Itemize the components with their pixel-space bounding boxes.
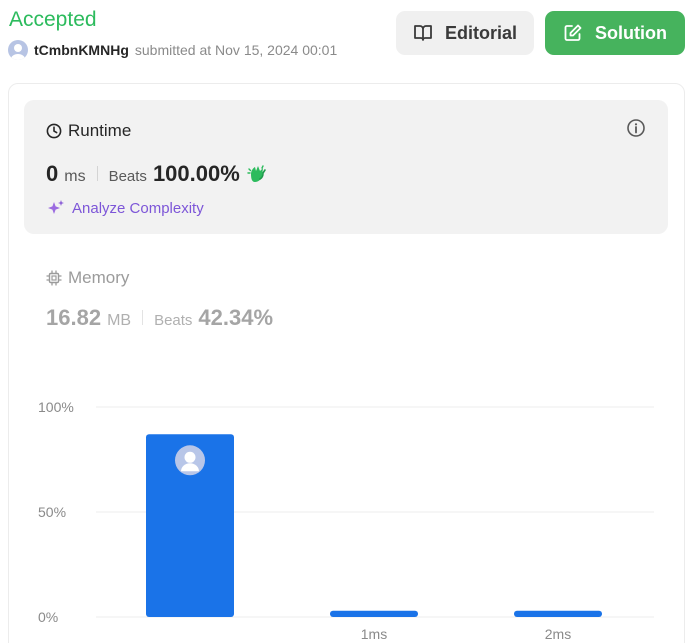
submitted-time: submitted at Nov 15, 2024 00:01: [134, 42, 338, 58]
sparkle-icon: [48, 200, 64, 214]
chart-bar[interactable]: [330, 610, 418, 617]
divider: [96, 166, 98, 181]
your-submission-avatar[interactable]: [175, 445, 205, 476]
memory-beats-label: Beats: [154, 312, 193, 329]
x-tick-label: 2ms: [545, 626, 571, 642]
memory-unit: MB: [107, 312, 132, 329]
chart-bar[interactable]: [514, 610, 602, 617]
user-avatar[interactable]: [8, 40, 28, 60]
runtime-value: 0: [46, 161, 59, 186]
memory-card[interactable]: Memory 16.82 MB Beats 42.34%: [46, 268, 273, 331]
memory-beats-value: 42.34%: [198, 305, 274, 330]
book-icon: [414, 25, 432, 41]
chip-icon: [46, 270, 62, 286]
y-tick-label: 50%: [38, 504, 66, 520]
runtime-beats-label: Beats: [108, 168, 147, 185]
y-tick-label: 100%: [38, 399, 74, 415]
username-link[interactable]: tCmbnKMNHg: [34, 42, 129, 58]
analyze-complexity-label: Analyze Complexity: [72, 199, 204, 217]
divider: [142, 310, 144, 325]
runtime-title: Runtime: [46, 121, 131, 141]
info-icon[interactable]: [626, 118, 646, 138]
status-accepted: Accepted: [9, 8, 97, 31]
edit-icon: [564, 24, 582, 41]
solution-button[interactable]: Solution: [545, 11, 685, 55]
x-tick-label: 1ms: [361, 626, 387, 642]
runtime-distribution-chart: 100% 50% 0% 1ms 2ms: [38, 399, 654, 642]
submission-info: tCmbnKMNHg submitted at Nov 15, 2024 00:…: [8, 40, 337, 60]
solution-label: Solution: [595, 22, 667, 43]
memory-value: 16.82: [46, 305, 102, 330]
runtime-unit: ms: [64, 168, 86, 185]
editorial-label: Editorial: [444, 22, 517, 43]
editorial-button[interactable]: Editorial: [396, 11, 534, 55]
clock-icon: [46, 123, 62, 139]
runtime-metrics: 0 ms Beats 100.00%: [46, 161, 268, 187]
runtime-beats-value: 100.00%: [152, 161, 240, 186]
memory-title: Memory: [46, 268, 273, 288]
analyze-complexity-link[interactable]: Analyze Complexity: [46, 198, 204, 218]
memory-label: Memory: [68, 268, 130, 287]
memory-metrics: 16.82 MB Beats 42.34%: [46, 305, 273, 331]
runtime-label: Runtime: [68, 121, 132, 140]
clap-icon: [247, 165, 266, 182]
y-tick-label: 0%: [38, 609, 58, 625]
runtime-card[interactable]: Runtime 0 ms Beats 100.00% Analyze Compl…: [24, 100, 668, 234]
